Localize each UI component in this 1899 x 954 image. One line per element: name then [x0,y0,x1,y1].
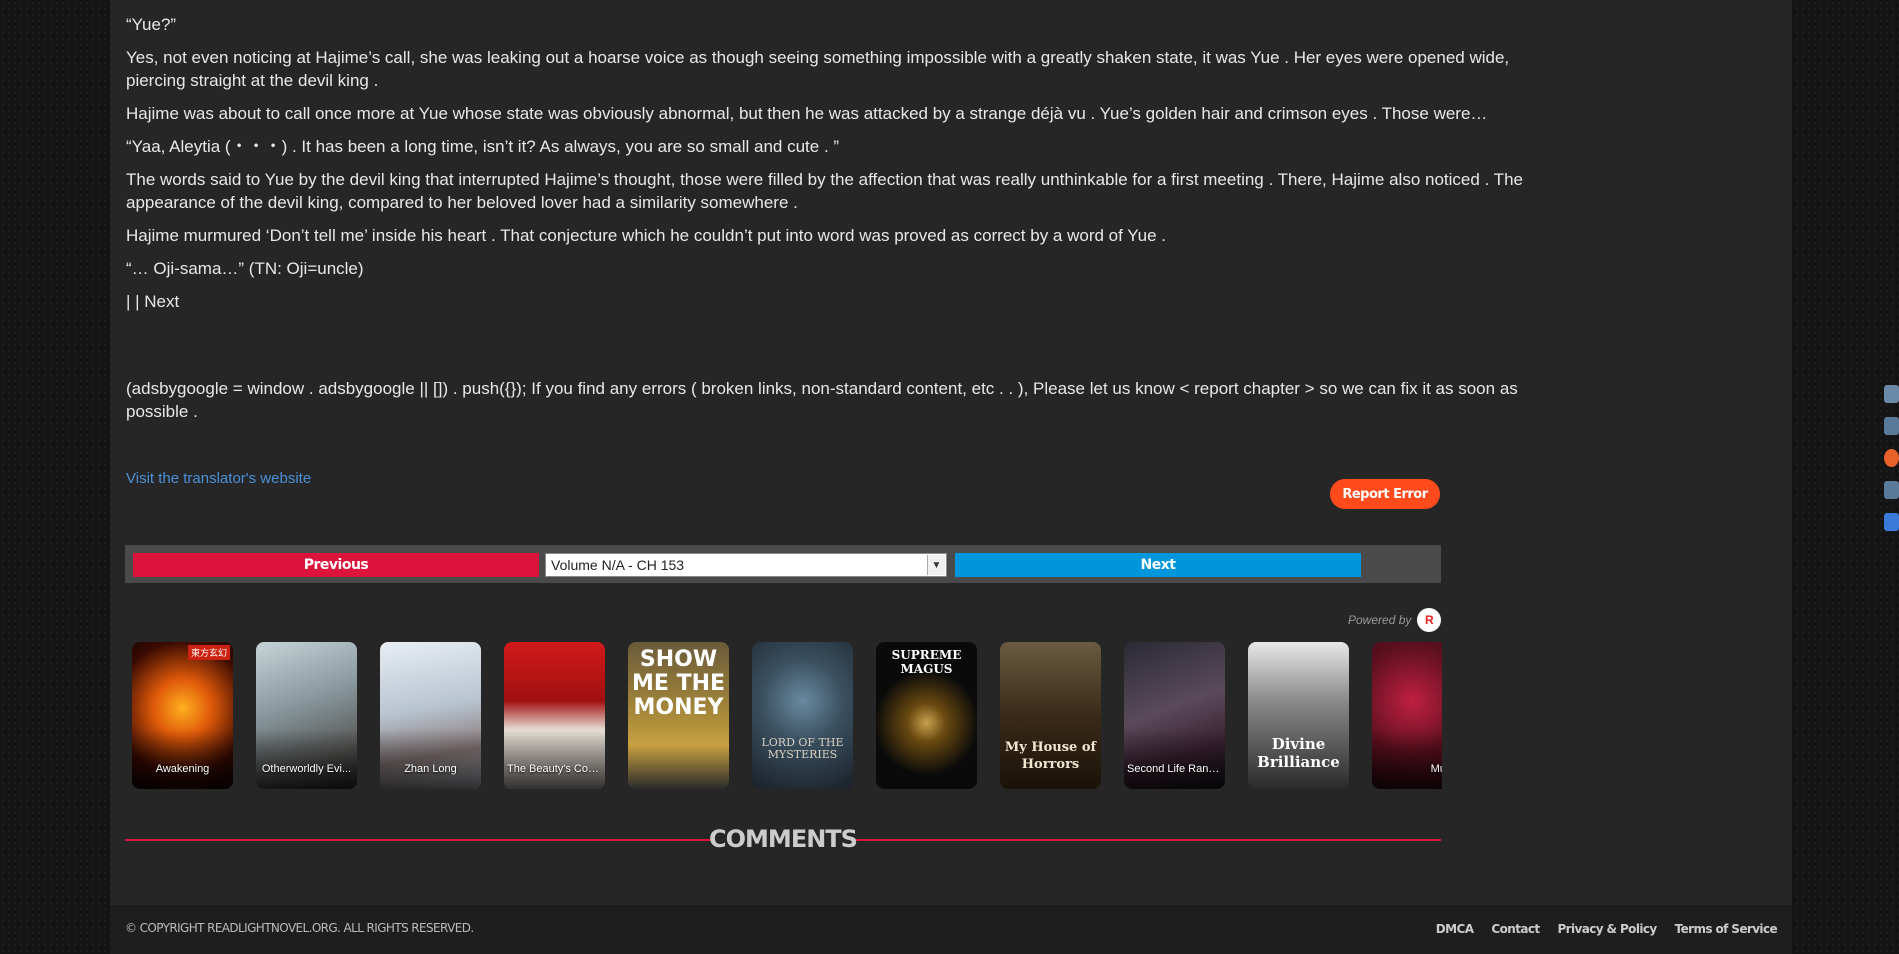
firefox-icon[interactable] [1884,449,1899,467]
previous-button[interactable]: Previous [133,553,539,577]
chapter-paragraph: Hajime was about to call once more at Yu… [126,104,1488,123]
provider-logo-icon[interactable]: R [1417,608,1442,632]
rec-badge: 東方玄幻 [187,645,230,660]
window-icon[interactable] [1884,417,1899,435]
rec-card[interactable]: SUPREME MAGUS [876,642,977,789]
copyright-text: © COPYRIGHT READLIGHTNOVEL.ORG. ALL RIGH… [125,921,474,935]
footer-links: DMCA Contact Privacy & Policy Terms of S… [1436,922,1778,936]
translator-website-link[interactable]: Visit the translator's website [126,470,311,487]
next-button[interactable]: Next [955,553,1361,577]
rec-card[interactable]: Second Life Rank... [1124,642,1225,789]
rec-cover-art-title: SHOW ME THE MONEY [631,647,726,720]
rec-card[interactable]: Otherworldly Evi... [256,642,357,789]
recommendations-carousel: 東方玄幻 Awakening Otherworldly Evi... Zhan … [132,642,1442,790]
rec-card[interactable]: Mutager [1372,642,1442,789]
rec-cover-image [752,642,853,789]
comments-title: COMMENTS [709,825,858,853]
window-icon[interactable] [1884,513,1899,531]
powered-by: Powered by R [1348,608,1442,632]
rec-card[interactable]: My House of Horrors [1000,642,1101,789]
footer-link-privacy[interactable]: Privacy & Policy [1557,922,1657,936]
ads-error-notice: (adsbygoogle = window . adsbygoogle || [… [126,379,1518,421]
footer-link-contact[interactable]: Contact [1491,922,1540,936]
page-container: “Yue?” Yes, not even noticing at Hajime’… [110,0,1792,954]
window-icon[interactable] [1884,481,1899,499]
rec-card[interactable]: Zhan Long [380,642,481,789]
rec-title: The Beauty's Com... [507,763,605,775]
inline-chapter-nav[interactable]: | | Next [126,290,1550,313]
chevron-down-icon[interactable]: ▼ [927,555,945,575]
chapter-content: “Yue?” Yes, not even noticing at Hajime’… [126,0,1550,323]
chapter-paragraph: Hajime murmured ‘Don’t tell me’ inside h… [126,226,1167,245]
rec-cover-art-title: SUPREME MAGUS [891,648,962,676]
rec-card[interactable]: 東方玄幻 Awakening [132,642,233,789]
rec-title: Zhan Long [404,763,457,775]
rec-title: Otherworldly Evi... [261,763,352,775]
rec-cover-art-title: LORD OF THE MYSTERIES [761,736,844,761]
powered-by-label: Powered by [1348,613,1412,627]
rec-title: Mutager [1430,763,1442,775]
footer-link-terms[interactable]: Terms of Service [1675,922,1778,936]
chapter-paragraph: “… Oji-sama…” (TN: Oji=uncle) [126,259,364,278]
chapter-paragraph: “Yue?” [126,15,177,34]
rec-card[interactable]: SHOW ME THE MONEY [628,642,729,789]
rec-cover-art-title: My House of Horrors [1004,740,1097,772]
window-icon[interactable] [1884,385,1899,403]
chapter-nav-bar: Previous Volume N/A - CH 153 ▼ Next [125,545,1441,583]
side-toolbar [1884,385,1899,545]
chapter-paragraph: Yes, not even noticing at Hajime’s call,… [126,48,1510,90]
chapter-select-value: Volume N/A - CH 153 [551,557,685,573]
rec-title: Second Life Rank... [1127,763,1224,775]
chapter-paragraph: The words said to Yue by the devil king … [126,170,1523,212]
rec-card[interactable]: The Beauty's Com... [504,642,605,789]
rec-card[interactable]: LORD OF THE MYSTERIES [752,642,853,789]
footer-link-dmca[interactable]: DMCA [1436,922,1474,936]
report-error-button[interactable]: Report Error [1330,479,1440,509]
comments-heading: COMMENTS [125,823,1441,859]
footer: © COPYRIGHT READLIGHTNOVEL.ORG. ALL RIGH… [110,905,1792,954]
chapter-paragraph: “Yaa, Aleytia (・・・) . It has been a long… [126,137,840,156]
rec-cover-art-title: Divine Brilliance [1257,735,1340,771]
rec-title: Awakening [155,763,210,775]
rec-card[interactable]: Divine Brilliance [1248,642,1349,789]
chapter-select[interactable]: Volume N/A - CH 153 ▼ [545,553,947,577]
